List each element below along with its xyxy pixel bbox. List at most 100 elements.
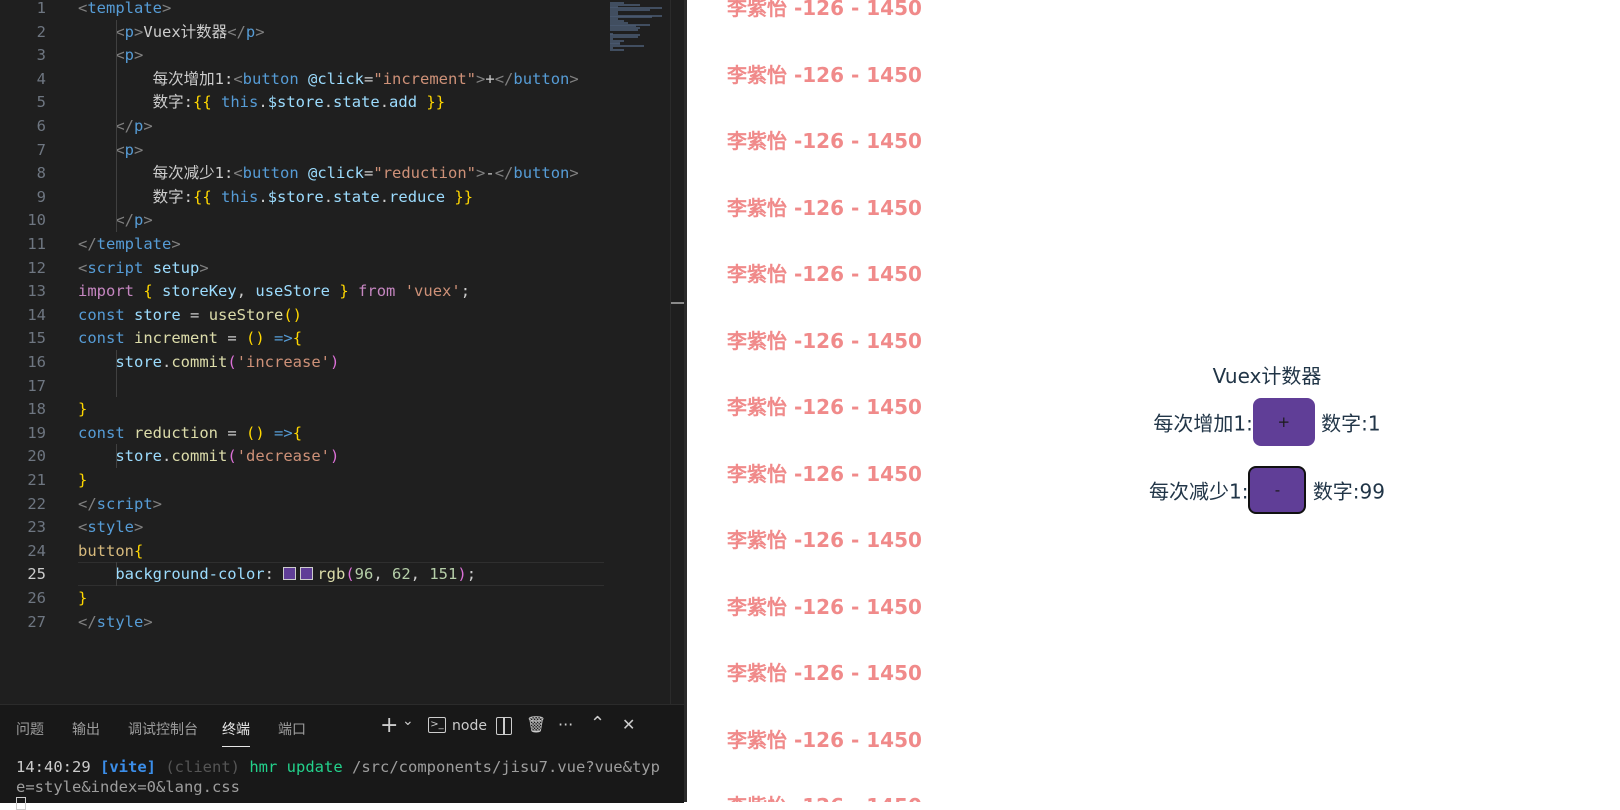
code-text: </script> — [78, 494, 163, 513]
code-line[interactable]: 1 <template> — [0, 0, 604, 20]
code-text: const store = useStore() — [78, 305, 303, 324]
add-terminal-icon[interactable]: + — [380, 713, 398, 738]
code-line[interactable]: 27 </style> — [0, 610, 604, 634]
increment-button[interactable]: + — [1252, 398, 1315, 446]
scrollbar-marker — [671, 302, 684, 304]
code-line[interactable]: 24 button{ — [0, 539, 604, 563]
code-line[interactable]: 6 </p> — [0, 114, 604, 138]
line-number: 23 — [27, 518, 46, 537]
code-line[interactable]: 26} — [0, 586, 604, 610]
decrement-button[interactable]: - — [1248, 466, 1307, 514]
watermark-text: 李紫怡 -126 - 1450 — [727, 395, 922, 419]
code-editor[interactable]: 1 <template> 2 <p>Vuex计数器</p> 3 <p> 4 每次增加1:… — [0, 0, 684, 704]
terminal-output[interactable]: 14:40:29 [vite] (client) hmr update /src… — [16, 757, 666, 797]
watermark-text: 李紫怡 -126 - 1450 — [727, 262, 922, 286]
code-line[interactable]: 4 每次增加1:<button @click="increment">+</bu… — [0, 67, 604, 91]
bottom-panel: 问题 输出 调试控制台 终端 端口 + ⌄ >_ node 🗑 ··· ⌃ ✕ … — [0, 704, 684, 810]
page-title: Vuex计数器 — [1212, 364, 1322, 388]
code-line[interactable]: 2 <p>Vuex计数器</p> — [0, 20, 604, 44]
tab-output[interactable]: 输出 — [72, 719, 100, 739]
indent-guide — [116, 19, 117, 232]
code-line[interactable]: 21} — [0, 468, 604, 492]
code-line[interactable]: 8 每次减少1:<button @click="reduction">-</bu… — [0, 161, 604, 185]
line-number: 27 — [27, 612, 46, 631]
code-line[interactable]: 18} — [0, 397, 604, 421]
line-number: 14 — [27, 305, 46, 324]
line-number: 17 — [27, 376, 46, 395]
line-number: 24 — [27, 541, 46, 560]
watermark-text: 李紫怡 -126 - 1450 — [727, 461, 922, 486]
line-number: 18 — [27, 400, 46, 419]
increment-row: 每次增加1: + 数字:1 — [967, 398, 1567, 446]
code-text: <p> — [115, 46, 144, 65]
line-number: 21 — [27, 471, 46, 489]
maximize-panel-icon[interactable]: ⌃ — [590, 713, 605, 734]
close-panel-icon[interactable]: ✕ — [622, 715, 635, 734]
code-text: background-color: rgb(96, 62, 151); — [115, 565, 477, 584]
terminal-time: 14:40:29 — [16, 758, 91, 776]
minimap-line — [610, 29, 638, 31]
code-line[interactable]: 13 import { storeKey, useStore } from 'vu… — [0, 279, 604, 303]
tab-debug-console[interactable]: 调试控制台 — [128, 719, 198, 739]
code-text: } — [78, 400, 88, 419]
watermark-text: 李紫怡 -126 - 1450 — [727, 0, 922, 20]
code-line[interactable]: 16 store.commit('increase') — [0, 350, 604, 374]
code-line[interactable]: 9 数字:{{ this.$store.state.reduce }} — [0, 185, 604, 209]
code-line[interactable]: 3 <p> — [0, 43, 604, 67]
decrement-row: 每次减少1: - 数字:99 — [967, 466, 1567, 514]
line-number: 1 — [36, 0, 46, 17]
code-text: <p> — [115, 140, 144, 159]
code-text: <style> — [78, 518, 144, 537]
minimap-line — [610, 36, 638, 39]
browser-preview: 李紫怡 -126 - 1450 李紫怡 -126 - 1450 李紫怡 -126 -… — [687, 0, 1620, 802]
code-line[interactable]: 14 const store = useStore() — [0, 303, 604, 327]
line-number: 3 — [36, 46, 46, 65]
watermark-text: 李紫怡 -126 - 1450 — [727, 594, 922, 619]
editor-scrollbar[interactable] — [670, 0, 684, 704]
code-text: 每次增加1:<button @click="increment">+</butt… — [78, 69, 579, 88]
terminal-icon: >_ — [428, 717, 446, 733]
tab-ports[interactable]: 端口 — [278, 719, 306, 739]
tab-problems[interactable]: 问题 — [16, 719, 44, 739]
line-number: 19 — [27, 423, 46, 442]
split-terminal-icon[interactable] — [496, 717, 512, 735]
decrement-value: 数字:99 — [1312, 479, 1385, 504]
code-line[interactable]: 7 <p> — [0, 138, 604, 162]
code-line[interactable]: 10 </p> — [0, 208, 604, 232]
line-number: 12 — [27, 258, 46, 277]
code-line[interactable]: 5 数字:{{ this.$store.state.add }} — [0, 90, 604, 114]
increment-label: 每次增加1: — [1153, 411, 1253, 436]
line-number: 22 — [27, 494, 46, 513]
tab-terminal[interactable]: 终端 — [222, 719, 250, 747]
line-number: 5 — [36, 93, 46, 112]
code-text: <template> — [78, 0, 172, 17]
code-line[interactable]: 11 </template> — [0, 232, 604, 256]
code-line[interactable]: 17 — [0, 374, 604, 398]
code-area[interactable]: 1 <template> 2 <p>Vuex计数器</p> 3 <p> 4 每次增加1:… — [0, 0, 604, 704]
code-line[interactable]: 19 const reduction = () =>{ — [0, 421, 604, 445]
trash-icon[interactable]: 🗑 — [526, 715, 546, 734]
code-line[interactable]: 23 <style> — [0, 515, 604, 539]
terminal-vite-tag: [vite] — [100, 758, 156, 776]
watermark-text: 李紫怡 -126 - 1450 — [727, 129, 922, 153]
terminal-cursor — [16, 797, 26, 810]
code-line[interactable]: 20 store.commit('decrease') — [0, 444, 604, 468]
code-line[interactable]: 25 background-color: rgb(96, 62, 151); — [0, 562, 604, 587]
code-line[interactable]: 12 <script setup> — [0, 256, 604, 280]
line-number: 15 — [27, 329, 46, 348]
code-line[interactable]: 22 </script> — [0, 492, 604, 516]
watermark-text: 李紫怡 -126 - 1450 — [727, 727, 922, 752]
chevron-down-icon[interactable]: ⌄ — [402, 713, 414, 729]
color-swatch-icon[interactable] — [283, 567, 297, 581]
more-icon[interactable]: ··· — [558, 715, 573, 734]
increment-value: 数字:1 — [1321, 411, 1381, 436]
terminal-name[interactable]: node — [452, 718, 487, 734]
code-text: 数字:{{ this.$store.state.reduce }} — [78, 187, 474, 206]
code-text: } — [78, 471, 88, 489]
panel-tabs: 问题 输出 调试控制台 终端 端口 + ⌄ >_ node 🗑 ··· ⌃ ✕ — [0, 705, 684, 747]
code-line[interactable]: 15 const increment = () =>{ — [0, 326, 604, 350]
minimap[interactable] — [604, 0, 670, 704]
color-swatch-icon[interactable] — [300, 567, 314, 581]
watermark-text: 李紫怡 -126 - 1450 — [727, 528, 922, 552]
watermark-text: 李紫怡 -126 - 1450 — [727, 790, 922, 802]
